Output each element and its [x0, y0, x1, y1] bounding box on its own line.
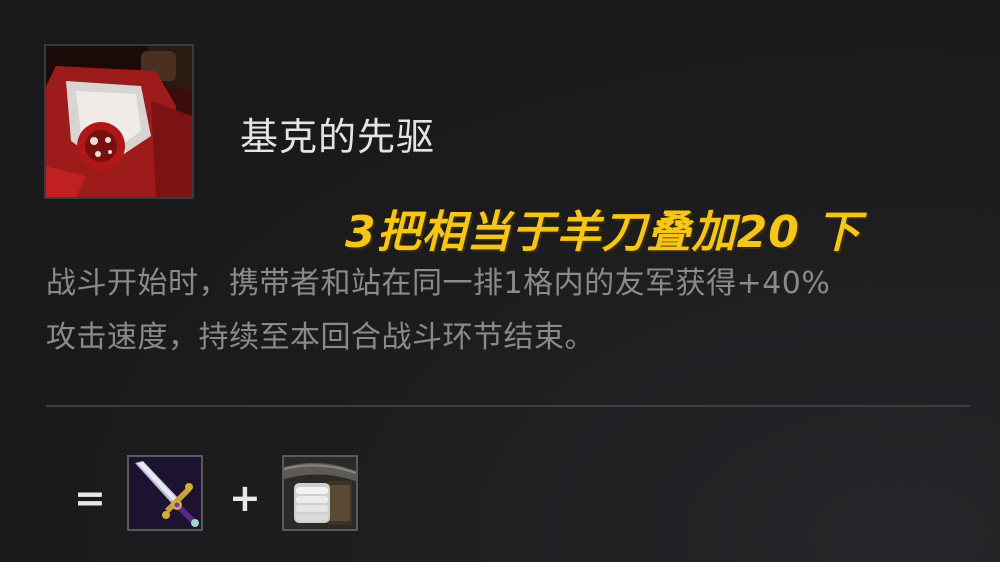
red-banner-icon	[44, 44, 194, 199]
item-description-line-1: 战斗开始时，携带者和站在同一排1格内的友军获得+40%	[46, 266, 831, 301]
annotation-text: 3把相当于羊刀叠加20 下	[345, 207, 862, 258]
recurve-bow-sword-icon[interactable]	[127, 455, 203, 531]
sparring-gloves-icon[interactable]	[282, 455, 358, 531]
plus-symbol: +	[229, 476, 261, 520]
item-title: 基克的先驱	[240, 115, 436, 159]
item-tooltip-panel: 基克的先驱 3把相当于羊刀叠加20 下 战斗开始时，携带者和站在同一排1格内的友…	[0, 0, 1000, 562]
equals-symbol: =	[74, 476, 106, 520]
divider	[46, 405, 970, 407]
item-description-line-2: 攻击速度，持续至本回合战斗环节结束。	[46, 320, 595, 355]
